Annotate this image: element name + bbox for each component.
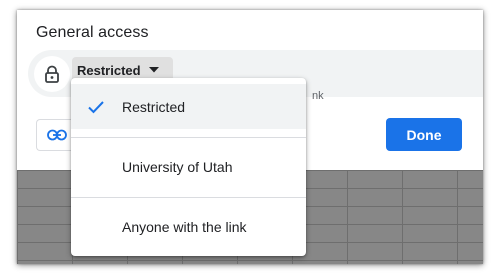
access-description: nk xyxy=(312,90,324,102)
dialog-title: General access xyxy=(36,24,149,41)
menu-divider xyxy=(71,197,306,198)
access-level-menu: Restricted University of Utah Anyone wit… xyxy=(71,78,306,256)
menu-item-label: Restricted xyxy=(122,98,186,115)
menu-item-label: Anyone with the link xyxy=(122,218,247,235)
done-button[interactable]: Done xyxy=(386,118,462,151)
link-icon xyxy=(47,129,67,141)
access-level-label: Restricted xyxy=(77,62,141,78)
dropdown-arrow-icon xyxy=(148,67,159,73)
check-icon xyxy=(88,100,104,113)
lock-icon xyxy=(34,56,70,92)
menu-item-university-of-utah[interactable]: University of Utah xyxy=(71,144,306,189)
menu-item-label: University of Utah xyxy=(122,158,233,175)
menu-item-anyone-with-the-link[interactable]: Anyone with the link xyxy=(71,204,306,249)
menu-item-restricted[interactable]: Restricted xyxy=(71,84,306,129)
menu-divider xyxy=(71,137,306,138)
